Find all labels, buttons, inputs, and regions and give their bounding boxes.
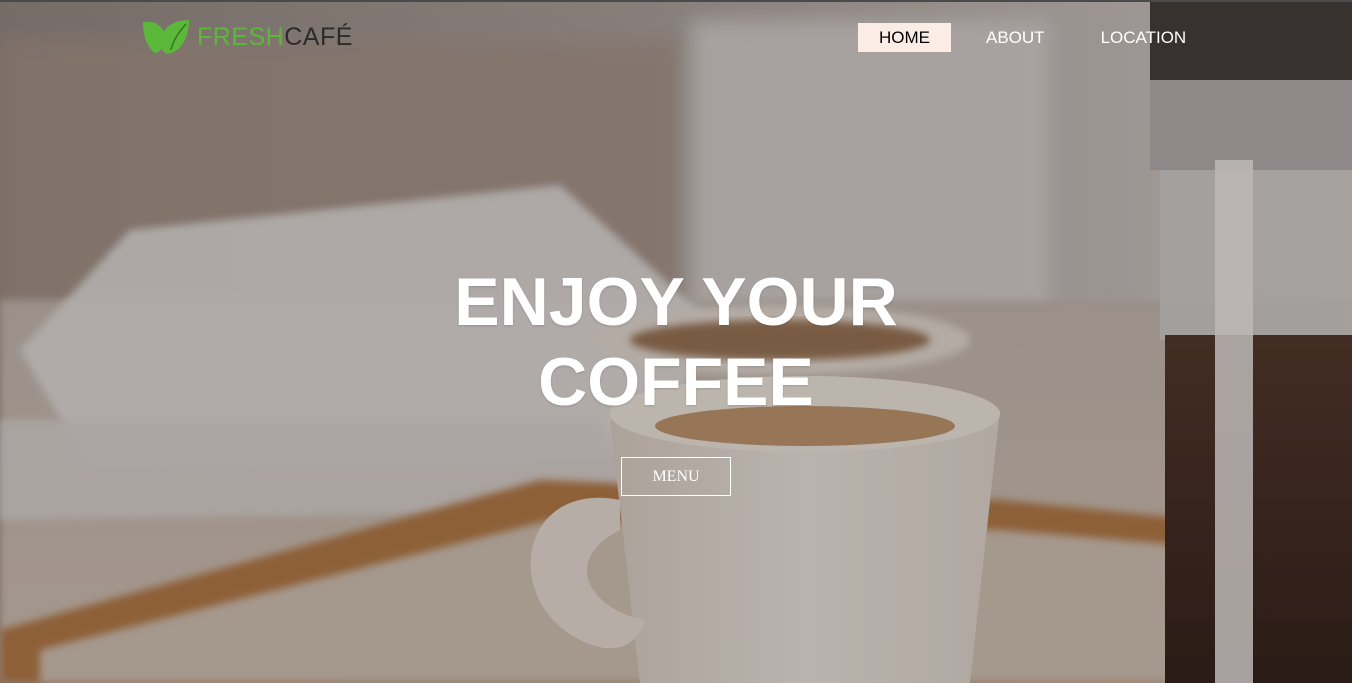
nav-item-home[interactable]: HOME bbox=[858, 23, 951, 52]
nav-item-about[interactable]: ABOUT bbox=[965, 23, 1066, 52]
menu-button[interactable]: MENU bbox=[621, 457, 731, 496]
logo-wordmark: FRESHCAFÉ bbox=[197, 18, 353, 56]
logo-word-fresh: FRESH bbox=[197, 23, 285, 51]
main-nav: HOME ABOUT LOCATION bbox=[858, 23, 1221, 52]
logo-word-cafe: CAFÉ bbox=[284, 23, 353, 51]
hero-headline-line1: ENJOY YOUR bbox=[454, 264, 898, 340]
logo[interactable]: FRESHCAFÉ bbox=[141, 18, 353, 56]
leaf-icon bbox=[143, 20, 189, 54]
hero-section: FRESHCAFÉ HOME ABOUT LOCATION ENJOY YOUR… bbox=[0, 0, 1352, 683]
nav-item-location[interactable]: LOCATION bbox=[1080, 23, 1208, 52]
window-top-border bbox=[0, 0, 1352, 2]
hero-headline: ENJOY YOUR COFFEE bbox=[376, 262, 976, 422]
hero-headline-line2: COFFEE bbox=[538, 344, 814, 420]
